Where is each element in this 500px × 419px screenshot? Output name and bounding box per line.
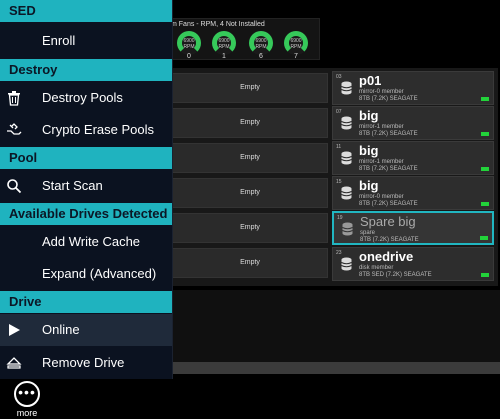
drive-slot[interactable]: 03 p01 mirror-0 member 8TB (7.2K) SEAGAT…: [332, 71, 494, 105]
empty-drive-slot[interactable]: Empty: [172, 143, 328, 173]
menu-item-add-write-cache[interactable]: Add Write Cache: [0, 226, 172, 258]
status-led: [480, 236, 488, 240]
menu-item-enroll[interactable]: Enroll: [0, 25, 172, 57]
eject-icon: [6, 357, 22, 369]
disk-stack-icon: [341, 116, 352, 130]
status-led: [481, 202, 489, 206]
status-bar: [172, 362, 500, 374]
empty-drive-slot[interactable]: Empty: [172, 213, 328, 243]
fan-gauge: 6900 RPM 1: [212, 31, 236, 60]
search-icon: [7, 179, 22, 194]
menu-item-crypto-erase-pools[interactable]: Crypto Erase Pools: [0, 114, 172, 146]
menu-item-remove-drive[interactable]: Remove Drive: [0, 347, 172, 379]
status-led: [481, 132, 489, 136]
section-header-drive: Drive: [0, 291, 172, 313]
section-header-pool: Pool: [0, 147, 172, 169]
detail-panel: [172, 290, 500, 362]
context-menu: SED Enroll Destroy Destroy Pools Crypto …: [0, 0, 173, 379]
fan-panel-title: m Fans - RPM, 4 Not Installed: [171, 21, 265, 28]
section-header-available-drives: Available Drives Detected: [0, 203, 172, 225]
status-led: [481, 167, 489, 171]
disk-stack-icon: [342, 222, 353, 236]
menu-item-expand-advanced[interactable]: Expand (Advanced): [0, 258, 172, 290]
drive-slot-selected[interactable]: 19 Spare big spare 8TB (7.2K) SEAGATE: [332, 211, 494, 245]
fan-gauge: 6900 RPM 0: [177, 31, 201, 60]
disk-stack-icon: [341, 186, 352, 200]
drive-slot[interactable]: 07 big mirror-1 member 8TB (7.2K) SEAGAT…: [332, 106, 494, 140]
drive-slot[interactable]: 15 big mirror-0 member 8TB (7.2K) SEAGAT…: [332, 176, 494, 210]
menu-item-destroy-pools[interactable]: Destroy Pools: [0, 82, 172, 114]
empty-drive-slot[interactable]: Empty: [172, 248, 328, 278]
fan-gauge: 6900 RPM 7: [284, 31, 308, 60]
play-icon: [9, 324, 20, 336]
drive-slot[interactable]: 23 onedrive disk member 8TB SED (7.2K) S…: [332, 247, 494, 281]
trash-icon: [8, 91, 20, 106]
disk-stack-icon: [341, 257, 352, 271]
menu-item-start-scan[interactable]: Start Scan: [0, 170, 172, 202]
empty-drive-slot[interactable]: Empty: [172, 73, 328, 103]
disk-stack-icon: [341, 151, 352, 165]
empty-drive-slot[interactable]: Empty: [172, 178, 328, 208]
drive-slot[interactable]: 11 big mirror-1 member 8TB (7.2K) SEAGAT…: [332, 141, 494, 175]
fan-gauge: 6900 RPM 6: [249, 31, 273, 60]
disk-stack-icon: [341, 81, 352, 95]
menu-item-online[interactable]: Online: [0, 314, 172, 346]
more-button[interactable]: ••• more: [12, 381, 42, 419]
key-hand-icon: [7, 123, 22, 135]
empty-drive-slot[interactable]: Empty: [172, 108, 328, 138]
status-led: [481, 273, 489, 277]
section-header-destroy: Destroy: [0, 59, 172, 81]
section-header-sed: SED: [0, 0, 172, 22]
fan-status-panel: m Fans - RPM, 4 Not Installed 6900 RPM 0 …: [160, 18, 320, 60]
status-led: [481, 97, 489, 101]
